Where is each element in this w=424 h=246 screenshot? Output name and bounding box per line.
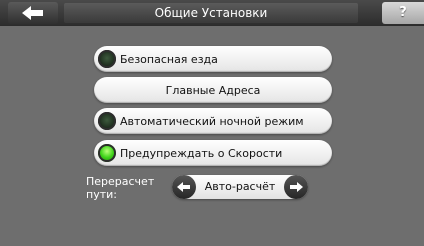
route-recalc-label: Перерасчет пути: (86, 175, 155, 201)
title-bar: Общие Установки ? (0, 0, 424, 26)
next-option-button[interactable] (284, 175, 308, 199)
previous-option-button[interactable] (172, 175, 196, 199)
safe-driving-toggle[interactable]: Безопасная езда (94, 46, 332, 72)
back-button[interactable] (8, 2, 58, 24)
main-addresses-button[interactable]: Главные Адреса (94, 77, 332, 103)
led-indicator-off-icon (98, 50, 116, 68)
led-indicator-on-icon (98, 144, 116, 162)
help-button[interactable]: ? (382, 2, 424, 24)
led-indicator-off-icon (98, 112, 116, 130)
speed-warning-toggle[interactable]: Предупреждать о Скорости (94, 140, 332, 166)
arrow-right-icon (290, 182, 303, 192)
page-title: Общие Установки (64, 3, 358, 23)
option-label: Предупреждать о Скорости (120, 146, 283, 160)
route-recalc-selector[interactable]: Авто-расчёт (172, 175, 308, 199)
route-recalc-value: Авто-расчёт (204, 180, 276, 193)
auto-night-mode-toggle[interactable]: Автоматический ночной режим (94, 108, 332, 134)
arrow-left-icon (177, 182, 190, 192)
option-label: Безопасная езда (120, 52, 218, 66)
option-label: Главные Адреса (165, 83, 261, 97)
arrow-left-icon (22, 6, 43, 20)
option-label: Автоматический ночной режим (120, 114, 304, 128)
